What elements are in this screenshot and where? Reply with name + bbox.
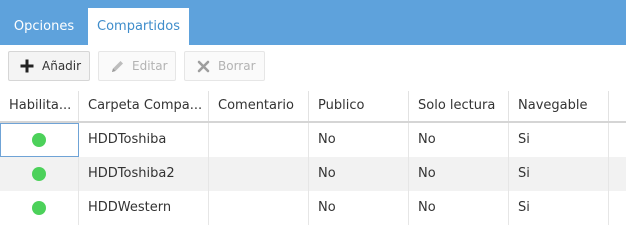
public-cell: No — [309, 123, 409, 157]
folder-cell: HDDToshiba — [79, 123, 209, 157]
column-header-readonly[interactable]: Solo lectura — [409, 91, 509, 121]
tab-compartidos[interactable]: Compartidos — [88, 8, 189, 45]
browsable-cell: Si — [509, 123, 609, 157]
enabled-status-dot — [32, 201, 46, 215]
readonly-cell: No — [409, 123, 509, 157]
delete-button[interactable]: Borrar — [184, 51, 265, 81]
column-header-comment[interactable]: Comentario — [209, 91, 309, 121]
enabled-cell[interactable] — [0, 123, 79, 157]
add-button-label: Añadir — [42, 59, 82, 73]
column-header-folder[interactable]: Carpeta Compa... — [79, 91, 209, 121]
add-button[interactable]: Añadir — [8, 51, 90, 81]
folder-cell: HDDWestern — [79, 191, 209, 225]
pencil-icon — [109, 58, 125, 74]
delete-button-label: Borrar — [218, 59, 256, 73]
folder-cell: HDDToshiba2 — [79, 157, 209, 191]
enabled-cell[interactable] — [0, 191, 79, 225]
table-header: Habilita... Carpeta Compa... Comentario … — [0, 91, 626, 123]
column-header-browsable[interactable]: Navegable — [509, 91, 609, 121]
edit-button-label: Editar — [132, 59, 168, 73]
readonly-cell: No — [409, 191, 509, 225]
browsable-cell: Si — [509, 191, 609, 225]
public-cell: No — [309, 157, 409, 191]
comment-cell — [209, 123, 309, 157]
public-cell: No — [309, 191, 409, 225]
enabled-cell[interactable] — [0, 157, 79, 191]
x-icon — [195, 58, 211, 74]
column-header-enabled[interactable]: Habilita... — [0, 91, 79, 121]
comment-cell — [209, 191, 309, 225]
tab-opciones[interactable]: Opciones — [0, 0, 88, 45]
browsable-cell: Si — [509, 157, 609, 191]
readonly-cell: No — [409, 157, 509, 191]
tab-bar: Opciones Compartidos — [0, 0, 626, 45]
table-row[interactable]: HDDToshiba2 No No Si — [0, 157, 626, 191]
comment-cell — [209, 157, 309, 191]
enabled-status-dot — [32, 133, 46, 147]
table-row[interactable]: HDDToshiba No No Si — [0, 123, 626, 157]
toolbar: Añadir Editar Borrar — [0, 45, 626, 92]
plus-icon — [19, 58, 35, 74]
enabled-status-dot — [32, 167, 46, 181]
shares-table: Habilita... Carpeta Compa... Comentario … — [0, 91, 626, 242]
edit-button[interactable]: Editar — [98, 51, 176, 81]
column-header-public[interactable]: Publico — [309, 91, 409, 121]
table-row[interactable]: HDDWestern No No Si — [0, 191, 626, 225]
